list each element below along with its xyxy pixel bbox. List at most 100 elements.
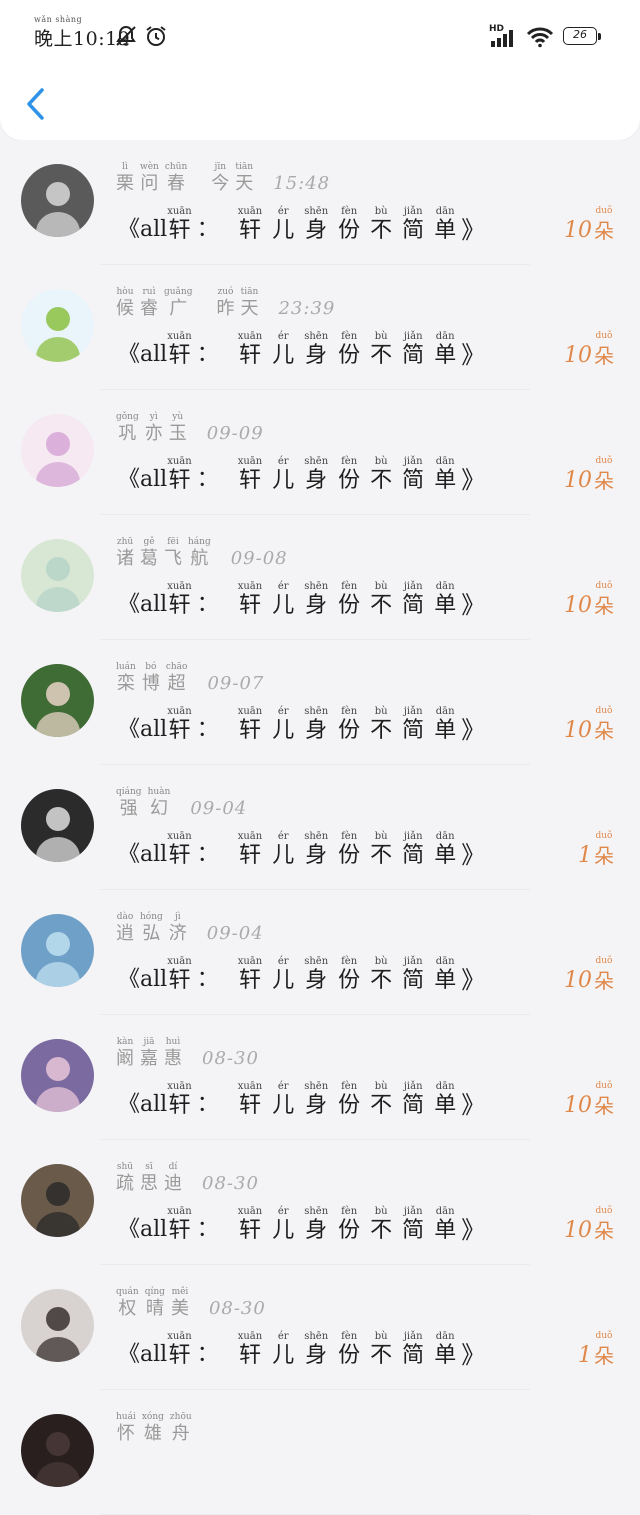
hanzi: 单 [434, 843, 457, 868]
pinyin: guǎng [164, 287, 193, 297]
avatar[interactable] [21, 289, 94, 362]
pinyin: dān [435, 956, 455, 967]
pinyin: ér [277, 456, 289, 467]
pinyin: xuān [237, 831, 263, 842]
pinyin: háng [188, 537, 211, 547]
sender-name: dào 逍 hóng 弘 jì 济 [116, 912, 193, 945]
hanzi: 轩 [238, 718, 261, 743]
hanzi: 栗 [116, 173, 134, 194]
avatar[interactable] [21, 664, 94, 737]
hanzi: 单 [434, 1093, 457, 1118]
hanzi: 简 [402, 343, 425, 368]
list-item[interactable]: quán 权 qíng 晴 měi 美 08-30 《all xuān 轩： xuān 轩 ér 儿 shē… [0, 1265, 640, 1390]
avatar[interactable] [21, 539, 94, 612]
timestamp: 09-04 [190, 798, 248, 819]
list-item[interactable]: gǒng 巩 yì 亦 yù 玉 09-09 《all xuān 轩： xuān 轩 ér 儿 shēn 身 f… [0, 390, 640, 515]
title-char: ér 儿 [272, 1081, 294, 1120]
hanzi: 身 [305, 343, 328, 368]
hanzi: 济 [168, 923, 187, 944]
pinyin: duǒ [595, 206, 613, 216]
hanzi: 春 [167, 173, 186, 194]
pinyin: shēn [304, 206, 329, 217]
pinyin: duǒ [595, 706, 613, 716]
pinyin: dān [435, 331, 455, 342]
pinyin: tiān [235, 162, 254, 172]
pinyin: qiáng [116, 787, 142, 797]
pinyin: hòu [116, 287, 134, 297]
hanzi: 葛 [140, 548, 158, 569]
list-item[interactable]: luán 栾 bó 博 chāo 超 09-07 《all xuān 轩： xuān 轩 ér 儿 shēn… [0, 640, 640, 765]
name-char: sī 思 [140, 1162, 158, 1195]
flower-count: 1 duǒ 朵 [578, 1331, 614, 1370]
count-unit: duǒ 朵 [594, 1081, 614, 1120]
title-char: shēn 身 [304, 456, 328, 495]
hanzi: 轩 [238, 468, 261, 493]
list-item[interactable]: shū 疏 sī 思 dí 迪 08-30 《all xuān 轩： xuān 轩 ér 儿 shēn 身 fè… [0, 1140, 640, 1265]
hanzi: 博 [141, 673, 160, 694]
list-item[interactable]: qiáng 强 huàn 幻 09-04 《all xuān 轩： xuān 轩 ér 儿 shēn 身 f… [0, 765, 640, 890]
hanzi: 怀 [116, 1423, 135, 1444]
pinyin: shēn [304, 956, 329, 967]
back-button[interactable] [20, 84, 50, 124]
name-char: hóng 弘 [140, 912, 163, 945]
hanzi: 身 [305, 718, 328, 743]
hanzi: 朵 [594, 594, 614, 618]
title-suffix: 》 [461, 341, 486, 369]
flower-count: 10 duǒ 朵 [564, 956, 614, 995]
list-item[interactable]: hòu 候 ruì 睿 guǎng 广 zuó 昨 tiān 天 23:39 《all xuān 轩： xu… [0, 265, 640, 390]
timestamp: 23:39 [278, 298, 336, 319]
title-char: ér 儿 [272, 1206, 294, 1245]
pinyin: fèn [341, 456, 358, 467]
hanzi: 儿 [272, 1218, 295, 1243]
avatar[interactable] [21, 914, 94, 987]
pinyin: xuān [167, 1081, 192, 1092]
title-colon: ： [196, 342, 219, 367]
avatar[interactable] [21, 1164, 94, 1237]
count-number: 1 [578, 843, 592, 868]
pinyin: fēi [167, 537, 179, 547]
avatar[interactable] [21, 1289, 94, 1362]
hanzi: 轩 [238, 1218, 261, 1243]
pinyin: xuān [237, 1331, 263, 1342]
pinyin: kàn [116, 1037, 134, 1047]
count-unit: duǒ 朵 [594, 706, 614, 745]
pinyin: ér [277, 1331, 289, 1342]
pinyin: ér [277, 831, 289, 842]
avatar[interactable] [21, 1414, 94, 1487]
avatar[interactable] [21, 414, 94, 487]
hanzi: 儿 [272, 468, 295, 493]
timestamp: 15:48 [273, 173, 331, 194]
count-number: 10 [564, 218, 592, 243]
list-item[interactable]: lì 栗 wèn 问 chūn 春 jīn 今 tiān 天 15:48 《all xuān 轩： xuān… [0, 140, 640, 265]
avatar[interactable] [21, 789, 94, 862]
header: wǎn shàng 晚上 10:19 HD 26 [0, 0, 640, 140]
hanzi: 轩 [238, 1093, 261, 1118]
hanzi: 逍 [116, 923, 134, 944]
pinyin: xuān [167, 1331, 192, 1342]
young-man-icon [21, 1289, 94, 1362]
name-char: huì 惠 [164, 1037, 182, 1070]
sender-meta: zhū 诸 gě 葛 fēi 飞 háng 航 09-08 [116, 537, 288, 570]
list-item[interactable]: kàn 阚 jiā 嘉 huì 惠 08-30 《all xuān 轩： xuān 轩 ér 儿 shēn 身… [0, 1015, 640, 1140]
title-char: fèn 份 [338, 331, 360, 370]
list-item[interactable]: zhū 诸 gě 葛 fēi 飞 háng 航 09-08 《all xuān 轩： xuān 轩 ér 儿 s… [0, 515, 640, 640]
pinyin: shēn [304, 581, 329, 592]
pinyin: zuó [217, 287, 234, 297]
avatar[interactable] [21, 1039, 94, 1112]
hanzi: 简 [402, 718, 425, 743]
list-item[interactable]: huái 怀 xóng 雄 zhōu 舟 [0, 1390, 640, 1515]
time-period: wǎn shàng 晚上 [34, 15, 83, 50]
title-char: bù 不 [370, 1331, 392, 1370]
name-char: gě 葛 [140, 537, 158, 570]
gift-title: 《all xuān 轩： xuān 轩 ér 儿 shēn 身 fèn 份 bù 不 jiǎn 简 dān 单》 [118, 706, 485, 745]
avatar[interactable] [21, 164, 94, 237]
title-char: shēn 身 [304, 1081, 328, 1120]
pinyin: duǒ [595, 456, 613, 466]
pinyin: duǒ [595, 956, 613, 966]
hanzi: 航 [190, 548, 209, 569]
list-item[interactable]: dào 逍 hóng 弘 jì 济 09-04 《all xuān 轩： xuān 轩 ér 儿 shēn 身… [0, 890, 640, 1015]
sender-meta: qiáng 强 huàn 幻 09-04 [116, 787, 247, 820]
man-smoking-icon [21, 789, 94, 862]
hanzi: 天 [240, 298, 259, 319]
hanzi: 幻 [149, 798, 168, 819]
